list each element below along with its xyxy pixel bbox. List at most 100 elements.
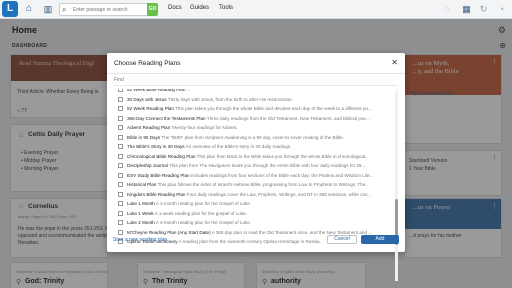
dialog-footer: Start a new reading plan Cancel Add	[107, 235, 405, 252]
plan-name: 30 Days with Jesus	[127, 96, 167, 102]
sync-icon[interactable]: ◌	[441, 4, 452, 15]
reading-plan-row[interactable]: Luke 1 Week A 1-week reading plan for th…	[113, 209, 394, 218]
plan-checkbox[interactable]	[118, 172, 123, 178]
plan-description: Thirty days with Jesus, from the birth t…	[167, 96, 293, 102]
plan-label: Luke 1 Week A 1-week reading plan for th…	[127, 209, 247, 218]
go-button[interactable]: GO	[147, 3, 158, 16]
search-icon[interactable]: ⌕	[62, 4, 66, 15]
plan-checkbox[interactable]	[118, 125, 123, 130]
plan-description: A 365 day plan to read the Old Testament…	[211, 229, 373, 235]
reading-plan-row[interactable]: 52 Week Reading Plan This plan takes you…	[113, 104, 394, 113]
reading-plan-row[interactable]: Advent Reading Plan Twenty-four readings…	[113, 123, 394, 132]
plan-label: ESV Study Bible Reading Plan Includes re…	[127, 171, 373, 180]
reading-plan-row[interactable]: Kingdom Bible Reading Plan Four daily re…	[113, 190, 394, 199]
plan-checkbox[interactable]	[118, 182, 123, 187]
reading-plan-row[interactable]: ESV Study Bible Reading Plan Includes re…	[113, 171, 394, 180]
layouts-icon[interactable]: ▦	[461, 4, 472, 15]
plan-checkbox[interactable]	[118, 144, 123, 149]
plan-label: The Bible's Story in 30 Days An overview…	[127, 142, 291, 151]
nav-guides[interactable]: Guides	[190, 5, 209, 11]
plan-label: Luke 1 Month A 1-month reading plan for …	[127, 199, 251, 208]
reading-plan-row[interactable]: Chronological Bible Reading Plan This pl…	[113, 152, 394, 161]
plan-name: 52 Week Reading Plan	[127, 106, 174, 111]
plan-checkbox[interactable]	[118, 134, 123, 140]
plan-name: Luke 2 Month	[127, 220, 155, 225]
plan-checkbox[interactable]	[118, 229, 123, 235]
plan-label: Advent Reading Plan Twenty-four readings…	[127, 123, 238, 132]
plan-name: 52 Week Bible Reading Plan	[127, 89, 186, 92]
plan-name: Luke 1 Week	[127, 210, 154, 216]
find-input[interactable]	[114, 75, 398, 86]
plan-name: ESV Study Bible Reading Plan	[127, 172, 190, 178]
nav-tools[interactable]: Tools	[219, 5, 233, 11]
reading-plan-row[interactable]: Historical Plan This plan follows the or…	[113, 180, 394, 189]
plan-name: Discipleship Journal	[127, 163, 168, 168]
plan-label: 365-Day Connect the Testaments Plan Thre…	[127, 114, 370, 123]
plan-label: Discipleship Journal This plan from The …	[127, 161, 367, 170]
nav-docs[interactable]: Docs	[168, 5, 182, 11]
plan-checkbox[interactable]	[118, 153, 123, 159]
plan-name: The Bible's Story in 30 Days	[127, 144, 185, 149]
close-icon[interactable]: ✕	[391, 58, 398, 67]
plan-name: Bible in 90 Days	[127, 134, 161, 140]
plan-checkbox[interactable]	[118, 106, 123, 111]
home-icon[interactable]: ⌂	[21, 1, 37, 17]
plan-label: Bible in 90 Days The "BI90" plan from Sc…	[127, 133, 344, 142]
plan-description: The "BI90" plan from Scripture Awakening…	[161, 134, 345, 140]
reading-plan-row[interactable]: Luke 1 Month A 1-month reading plan for …	[113, 199, 394, 208]
search-input[interactable]	[73, 4, 143, 15]
scrollbar[interactable]	[395, 91, 398, 281]
plan-description: Twenty-four readings for Advent.	[171, 125, 238, 130]
plan-checkbox[interactable]	[118, 201, 123, 206]
add-button[interactable]: Add	[361, 235, 399, 244]
plan-checkbox[interactable]	[118, 163, 123, 168]
reading-plan-row[interactable]: Luke 2 Month A 2-month reading plan for …	[113, 218, 394, 227]
plan-description: Four daily readings cover the Law, Proph…	[186, 191, 371, 197]
plan-description: This plan from The Navigators leads you …	[169, 163, 367, 168]
plan-description: Includes readings from four sections of …	[190, 172, 374, 178]
library-icon[interactable]: ▥	[40, 1, 56, 17]
plan-description: Three daily readings from the Old Testam…	[206, 115, 370, 121]
reading-plan-row[interactable]: 30 Days with Jesus Thirty days with Jesu…	[113, 95, 394, 104]
plan-label: Kingdom Bible Reading Plan Four daily re…	[127, 190, 371, 199]
plan-description: A 1-week reading plan for the gospel of …	[154, 210, 247, 216]
plan-description: This plan follows the order of Israel's …	[157, 182, 370, 187]
plan-description: ...	[186, 89, 191, 92]
plan-description: A 2-month reading plan for the Gospel of…	[155, 220, 252, 225]
plan-checkbox[interactable]	[118, 96, 123, 102]
plan-label: 52 Week Reading Plan This plan takes you…	[127, 104, 372, 113]
plan-label: Chronological Bible Reading Plan This pl…	[127, 152, 369, 161]
plan-checkbox[interactable]	[118, 89, 123, 92]
reading-plan-row[interactable]: Bible in 90 Days The "BI90" plan from Sc…	[113, 133, 394, 142]
plan-name: Chronological Bible Reading Plan	[127, 153, 196, 159]
plan-label: Luke 2 Month A 2-month reading plan for …	[127, 218, 251, 227]
refresh-icon[interactable]: ↻	[478, 4, 489, 15]
plan-name: Luke 1 Month	[127, 201, 155, 206]
plan-name: Historical Plan	[127, 182, 157, 187]
plan-label: Historical Plan This plan follows the or…	[127, 180, 369, 189]
reading-plan-row[interactable]: 365-Day Connect the Testaments Plan Thre…	[113, 114, 394, 123]
plan-checkbox[interactable]	[118, 210, 123, 216]
logos-app-icon[interactable]: L	[2, 1, 18, 17]
plan-name: Kingdom Bible Reading Plan	[127, 191, 186, 197]
cancel-button[interactable]: Cancel	[327, 235, 357, 244]
plan-checkbox[interactable]	[118, 115, 123, 121]
top-toolbar: L ⌂ ▥ ⌕ GO Docs Guides Tools ◌ ▦ ↻ ◔	[0, 0, 512, 19]
plan-description: This plan takes you through the whole Bi…	[175, 106, 372, 111]
plan-name: 365-Day Connect the Testaments Plan	[127, 115, 206, 121]
account-icon[interactable]: ◔	[496, 4, 507, 15]
reading-plan-row[interactable]: The Bible's Story in 30 Days An overview…	[113, 142, 394, 151]
reading-plan-row[interactable]: 52 Week Bible Reading Plan ...	[113, 89, 394, 94]
plan-description: This plan from Back to the Bible takes y…	[196, 153, 369, 159]
choose-reading-plans-dialog: Choose Reading Plans ✕ 52 Week Bible Rea…	[107, 53, 405, 281]
divider	[107, 73, 405, 74]
dialog-title: Choose Reading Plans	[114, 60, 181, 67]
plan-name: Advent Reading Plan	[127, 125, 171, 130]
reading-plan-row[interactable]: Discipleship Journal This plan from The …	[113, 161, 394, 170]
plan-description: A 1-month reading plan for the Gospel of…	[155, 201, 252, 206]
start-new-plan-link[interactable]: Start a new reading plan	[113, 237, 167, 243]
plan-checkbox[interactable]	[118, 220, 123, 225]
plan-checkbox[interactable]	[118, 191, 123, 197]
plan-description: An overview of the Bible's story in 30 d…	[185, 144, 292, 149]
search-box: ⌕	[59, 3, 157, 16]
